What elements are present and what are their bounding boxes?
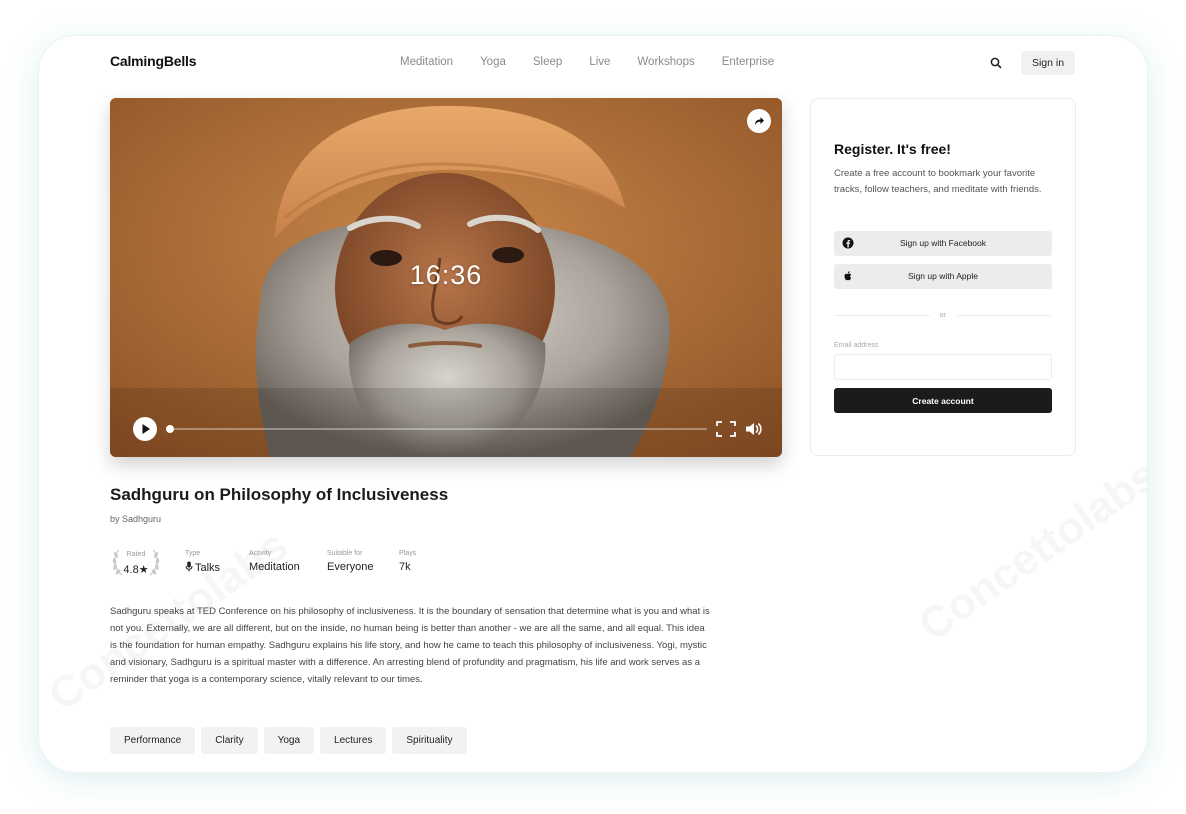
or-label: or: [939, 310, 947, 319]
tag-performance[interactable]: Performance: [110, 727, 196, 754]
nav-item-meditation[interactable]: Meditation: [400, 56, 453, 68]
meta-activity: Activity Meditation: [249, 550, 300, 573]
track-description: Sadhguru speaks at TED Conference on his…: [110, 606, 710, 685]
rated-value: 4.8★: [123, 564, 149, 576]
register-description: Create a free account to bookmark your f…: [834, 168, 1042, 195]
facebook-icon: [842, 237, 854, 249]
tag-spirituality[interactable]: Spirituality: [392, 727, 467, 754]
apple-signup-button[interactable]: Sign up with Apple: [834, 264, 1052, 289]
play-button[interactable]: [133, 417, 157, 441]
activity-label: Activity: [249, 550, 272, 557]
tag-lectures[interactable]: Lectures: [320, 727, 387, 754]
register-title: Register. It's free!: [834, 141, 951, 157]
volume-icon[interactable]: [745, 421, 763, 437]
brand-logo[interactable]: CalmingBells: [110, 53, 196, 69]
meta-type: Type Talks: [185, 550, 220, 574]
share-button[interactable]: [747, 109, 771, 133]
tag-yoga[interactable]: Yoga: [263, 727, 315, 754]
activity-value: Meditation: [249, 561, 300, 573]
suitable-label: Suitable for: [327, 550, 363, 557]
fullscreen-icon[interactable]: [716, 421, 736, 437]
progress-handle[interactable]: [166, 425, 174, 433]
nav-item-live[interactable]: Live: [589, 56, 610, 68]
suitable-value: Everyone: [327, 561, 374, 573]
type-value: Talks: [195, 562, 221, 574]
email-label: Email address: [834, 342, 879, 349]
facebook-signup-label: Sign up with Facebook: [900, 238, 986, 248]
meta-plays: Plays 7k: [399, 550, 416, 573]
plays-label: Plays: [399, 550, 417, 557]
meta-suitable: Suitable for Everyone: [327, 550, 373, 573]
microphone-icon: [185, 561, 193, 572]
type-label: Type: [185, 550, 201, 557]
facebook-signup-button[interactable]: Sign up with Facebook: [834, 231, 1052, 256]
main-nav: Meditation Yoga Sleep Live Workshops Ent…: [400, 56, 801, 68]
track-author[interactable]: by Sadhguru: [110, 514, 161, 524]
register-card: Register. It's free! Create a free accou…: [810, 98, 1076, 456]
video-progress-bar[interactable]: [167, 428, 707, 430]
apple-icon: [844, 271, 852, 281]
sign-in-button[interactable]: Sign in: [1021, 51, 1075, 75]
plays-value: 7k: [399, 561, 411, 573]
video-duration: 16:36: [409, 260, 483, 290]
nav-item-enterprise[interactable]: Enterprise: [722, 56, 774, 68]
email-field[interactable]: [834, 354, 1052, 380]
video-player[interactable]: 16:36: [110, 98, 782, 457]
play-icon: [142, 424, 150, 434]
nav-item-sleep[interactable]: Sleep: [533, 56, 562, 68]
or-divider: or: [834, 310, 1052, 320]
rating-badge: Rated 4.8★: [110, 546, 162, 578]
create-account-button[interactable]: Create account: [834, 388, 1052, 413]
tag-clarity[interactable]: Clarity: [201, 727, 258, 754]
share-icon: [755, 117, 764, 125]
watermark: Concettolabs: [910, 451, 1147, 652]
app-frame: CalmingBells Meditation Yoga Sleep Live …: [39, 36, 1147, 772]
track-title: Sadhguru on Philosophy of Inclusiveness: [110, 485, 449, 504]
apple-signup-label: Sign up with Apple: [908, 271, 978, 281]
nav-item-workshops[interactable]: Workshops: [637, 56, 694, 68]
nav-item-yoga[interactable]: Yoga: [480, 56, 506, 68]
rated-label: Rated: [126, 551, 146, 558]
tag-list: Performance Clarity Yoga Lectures Spirit…: [110, 727, 473, 754]
search-icon[interactable]: [989, 56, 1003, 70]
